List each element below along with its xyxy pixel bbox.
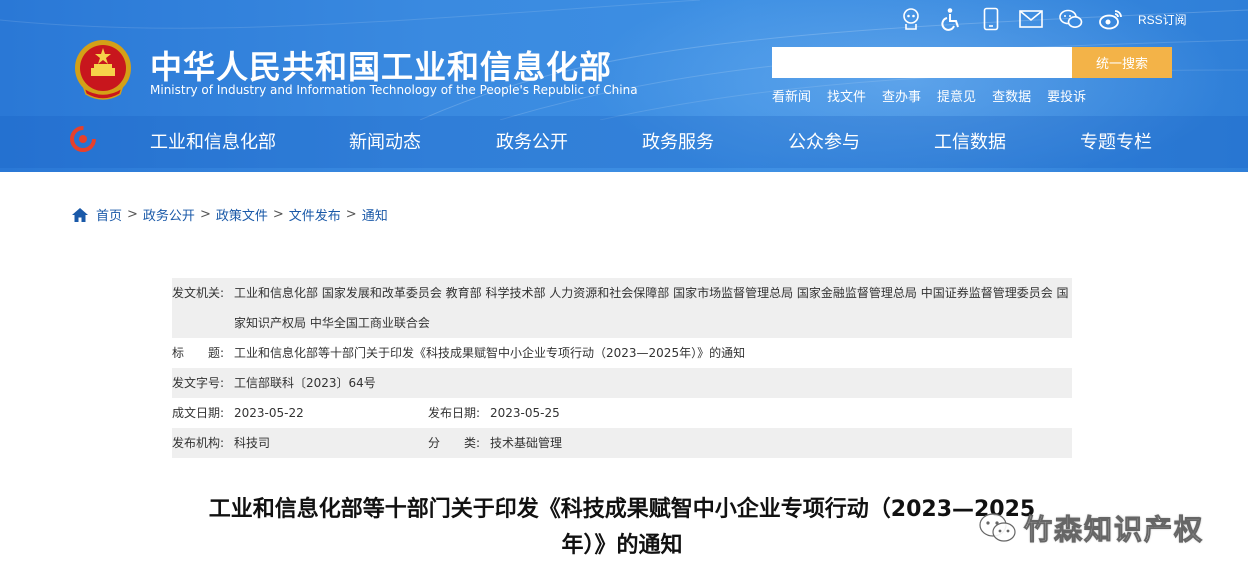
document-title: 工业和信息化部等十部门关于印发《科技成果赋智中小企业专项行动（2023—2025…	[172, 492, 1072, 564]
number-label: 发文字号:	[172, 376, 225, 390]
title-row: 标 题: 工业和信息化部等十部门关于印发《科技成果赋智中小企业专项行动（2023…	[172, 338, 1072, 368]
top-utility-icons: RSS订阅	[898, 6, 1187, 32]
quick-link-feedback[interactable]: 提意见	[937, 86, 976, 105]
nav-item-services[interactable]: 政务服务	[642, 128, 714, 154]
dates-row: 成文日期: 2023-05-22 发布日期: 2023-05-25	[172, 398, 1072, 428]
nav-item-news[interactable]: 新闻动态	[349, 128, 421, 154]
published-date-label: 发布日期:	[428, 406, 481, 420]
breadcrumb: 首页 > 政务公开 > 政策文件 > 文件发布 > 通知	[72, 205, 388, 224]
home-icon[interactable]	[72, 207, 88, 222]
issuer-line-1: 工业和信息化部 国家发展和改革委员会 教育部 科学技术部 人力资源和社会保障部 …	[234, 286, 1069, 300]
breadcrumb-notice[interactable]: 通知	[362, 205, 388, 224]
number-value: 工信部联科〔2023〕64号	[234, 376, 376, 390]
org-cell: 发布机构: 科技司	[172, 428, 428, 458]
nav-item-participation[interactable]: 公众参与	[788, 128, 860, 154]
miit-logo-icon[interactable]	[70, 126, 96, 152]
number-row: 发文字号: 工信部联科〔2023〕64号	[172, 368, 1072, 398]
breadcrumb-home[interactable]: 首页	[96, 205, 122, 224]
breadcrumb-file-release[interactable]: 文件发布	[289, 205, 341, 224]
issuer-label: 发文机关:	[172, 286, 225, 300]
title-label: 标 题:	[172, 346, 225, 360]
breadcrumb-separator: >	[199, 207, 211, 222]
search-input[interactable]	[772, 47, 1072, 78]
breadcrumb-public-affairs[interactable]: 政务公开	[143, 205, 195, 224]
accessibility-icon[interactable]	[938, 6, 964, 32]
written-date-cell: 成文日期: 2023-05-22	[172, 398, 428, 428]
issuer-row: 发文机关: 工业和信息化部 国家发展和改革委员会 教育部 科学技术部 人力资源和…	[172, 278, 1072, 338]
breadcrumb-policy-files[interactable]: 政策文件	[216, 205, 268, 224]
quick-link-data[interactable]: 查数据	[992, 86, 1031, 105]
weibo-icon[interactable]	[1098, 6, 1124, 32]
category-label: 分 类:	[428, 436, 481, 450]
document-info-table: 发文机关: 工业和信息化部 国家发展和改革委员会 教育部 科学技术部 人力资源和…	[172, 278, 1072, 458]
watermark: 竹森知识产权	[978, 508, 1204, 548]
org-label: 发布机构:	[172, 436, 225, 450]
mobile-icon[interactable]	[978, 6, 1004, 32]
search-button[interactable]: 统一搜索	[1072, 47, 1172, 78]
national-emblem-icon	[75, 40, 131, 100]
breadcrumb-separator: >	[272, 207, 284, 222]
wechat-watermark-icon	[979, 513, 1016, 542]
title-value: 工业和信息化部等十部门关于印发《科技成果赋智中小企业专项行动（2023—2025…	[234, 346, 746, 360]
watermark-text: 竹森知识产权	[1023, 513, 1205, 547]
quick-link-services[interactable]: 查办事	[882, 86, 921, 105]
site-title-cn[interactable]: 中华人民共和国工业和信息化部	[150, 42, 612, 88]
nav-item-ministry[interactable]: 工业和信息化部	[150, 128, 276, 154]
issuer-line-2: 家知识产权局 中华全国工商业联合会	[234, 316, 430, 330]
wechat-icon[interactable]	[1058, 6, 1084, 32]
quick-link-complaint[interactable]: 要投诉	[1047, 86, 1086, 105]
rss-subscribe-link[interactable]: RSS订阅	[1138, 11, 1187, 28]
org-value: 科技司	[234, 436, 271, 450]
written-date-label: 成文日期:	[172, 406, 225, 420]
nav-item-public-affairs[interactable]: 政务公开	[496, 128, 568, 154]
nav-item-topics[interactable]: 专题专栏	[1080, 128, 1152, 154]
category-cell: 分 类: 技术基础管理	[428, 428, 562, 458]
org-row: 发布机构: 科技司 分 类: 技术基础管理	[172, 428, 1072, 458]
written-date-value: 2023-05-22	[234, 406, 304, 420]
quick-link-news[interactable]: 看新闻	[772, 86, 811, 105]
published-date-value: 2023-05-25	[490, 406, 560, 420]
mail-icon[interactable]	[1018, 6, 1044, 32]
issuer-value: 工业和信息化部 国家发展和改革委员会 教育部 科学技术部 人力资源和社会保障部 …	[234, 278, 1072, 338]
document-title-line-2: 年）》的通知	[561, 533, 683, 558]
category-value: 技术基础管理	[490, 436, 563, 450]
robot-icon[interactable]	[898, 6, 924, 32]
nav-item-data[interactable]: 工信数据	[934, 128, 1006, 154]
quick-link-files[interactable]: 找文件	[827, 86, 866, 105]
site-title-en: Ministry of Industry and Information Tec…	[150, 83, 638, 97]
published-date-cell: 发布日期: 2023-05-25	[428, 398, 560, 428]
document-title-line-1: 工业和信息化部等十部门关于印发《科技成果赋智中小企业专项行动（2023—2025	[208, 497, 1036, 522]
breadcrumb-separator: >	[345, 207, 357, 222]
quick-links: 看新闻 找文件 查办事 提意见 查数据 要投诉	[772, 86, 1102, 105]
breadcrumb-separator: >	[127, 207, 138, 222]
